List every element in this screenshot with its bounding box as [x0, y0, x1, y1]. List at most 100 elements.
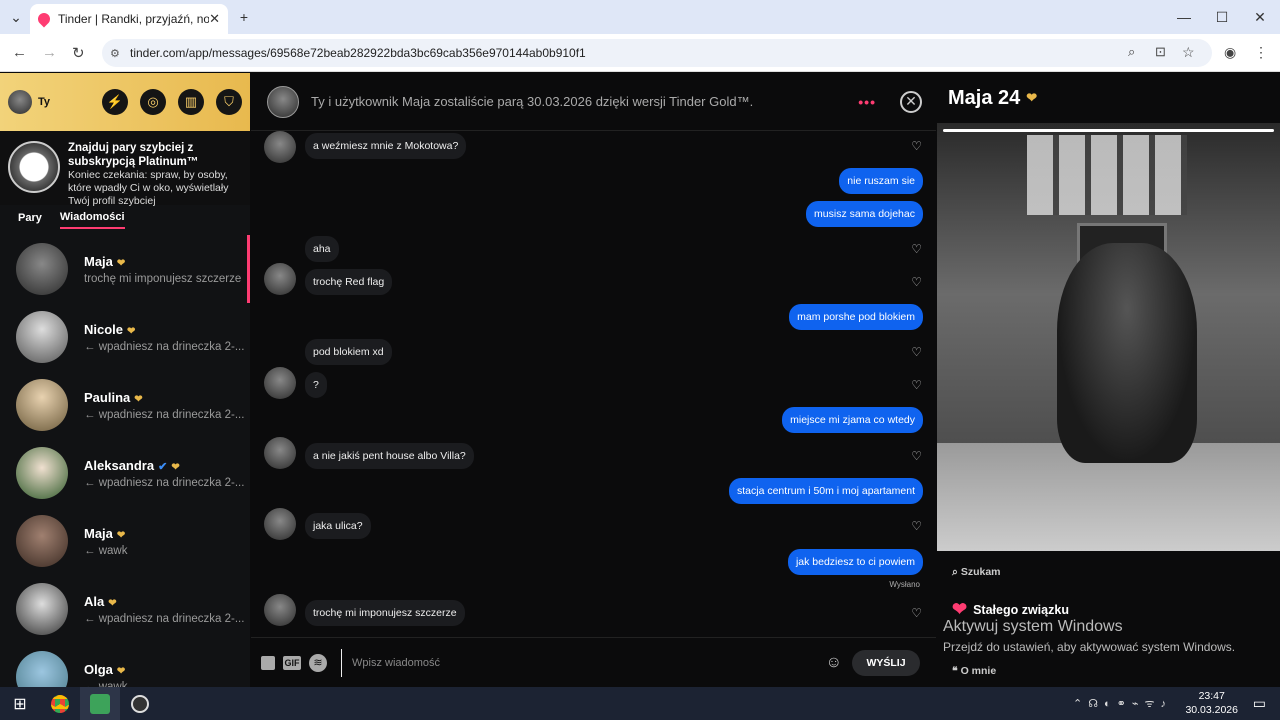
heart-goal-icon: ❤ [952, 599, 968, 619]
profile-header: Maja 24 ❤ [937, 73, 1280, 123]
maximize-icon[interactable]: ☐ [1210, 0, 1234, 34]
forward-icon[interactable]: → [42, 44, 57, 61]
profile-icon[interactable]: ◉ [1224, 44, 1236, 61]
message-bubble-out: mam porshe pod blokiem [789, 304, 923, 330]
match-name: Aleksandra [84, 457, 155, 473]
bookmark-star-icon[interactable]: ☆ [1182, 44, 1195, 61]
boost-icon[interactable]: ⚡ [102, 89, 128, 115]
match-name: Ala [84, 593, 105, 609]
reload-icon[interactable]: ↻ [72, 44, 85, 62]
like-heart-icon[interactable]: ♡ [911, 519, 922, 533]
message-bubble-in: trochę mi imponujesz szczerze [305, 600, 465, 626]
verified-badge-icon: ✔ [158, 460, 168, 473]
match-preview: ← wpadniesz na drineczka 2-... [84, 340, 244, 353]
like-heart-icon[interactable]: ♡ [911, 449, 922, 463]
like-heart-icon[interactable]: ♡ [911, 242, 922, 256]
match-name: Olga [84, 661, 113, 677]
new-tab-icon[interactable]: + [234, 0, 254, 34]
notification-icon[interactable]: ▭ [1253, 695, 1266, 712]
gold-badge-icon: ❤ [134, 393, 143, 405]
profile-name-age: Maja 24 [948, 86, 1021, 109]
message-input[interactable] [341, 648, 826, 677]
like-heart-icon[interactable]: ♡ [911, 275, 922, 289]
match-name: Maja [84, 525, 113, 541]
sidebar-tabs: Pary Wiadomości [0, 205, 250, 235]
match-preview: ← wpadniesz na drineczka 2-... [84, 612, 244, 625]
window-close-icon[interactable]: ✕ [1248, 0, 1272, 34]
user-avatar[interactable] [8, 90, 32, 114]
send-button[interactable]: WYŚLIJ [852, 649, 920, 676]
like-heart-icon[interactable]: ♡ [911, 139, 922, 153]
looking-value: Stałego związku [973, 602, 1069, 617]
match-item[interactable]: Paulina ❤ ← wpadniesz na drineczka 2-... [0, 371, 250, 439]
chat-avatar[interactable] [267, 85, 299, 118]
message-avatar [264, 594, 296, 626]
clock[interactable]: 23:47 30.03.2026 [1185, 689, 1238, 717]
spotify-icon[interactable]: ≋ [309, 653, 327, 672]
message-bubble-in: ? [305, 372, 327, 398]
message-avatar [264, 437, 296, 469]
safety-shield-icon[interactable]: ⛉ [216, 89, 242, 115]
obs-icon[interactable] [120, 687, 160, 720]
message-bubble-in: a nie jakiś pent house albo Villa? [305, 443, 474, 469]
emoji-icon[interactable]: ☺ [826, 654, 842, 672]
match-avatar [16, 447, 68, 499]
like-heart-icon[interactable]: ♡ [911, 378, 922, 392]
like-heart-icon[interactable]: ♡ [911, 606, 922, 620]
photo-person [1057, 243, 1197, 463]
like-heart-icon[interactable]: ♡ [911, 345, 922, 359]
match-info-text: Ty i użytkownik Maja zostaliście parą 30… [311, 94, 754, 109]
back-icon[interactable]: ← [12, 44, 27, 61]
gold-badge-icon: ❤ [116, 665, 126, 677]
tab-pary[interactable]: Pary [18, 212, 42, 228]
message-list: a weźmiesz mnie z Mokotowa? ♡ nie ruszam… [251, 131, 936, 637]
match-item[interactable]: Nicole ❤ ← wpadniesz na drineczka 2-... [0, 303, 250, 371]
tab-list-chevron-icon[interactable]: ⌄ [4, 0, 28, 34]
close-tab-icon[interactable]: ✕ [209, 11, 220, 27]
match-preview: trochę mi imponujesz szczerze [84, 272, 242, 285]
close-chat-icon[interactable]: ✕ [900, 90, 922, 113]
minimize-icon[interactable]: — [1172, 0, 1196, 34]
looking-label: Szukam [960, 566, 1001, 578]
promo-title: Znajduj pary szybciej z subskrypcją Plat… [68, 142, 199, 168]
profile-photo[interactable] [937, 123, 1280, 551]
zoom-icon[interactable]: ⌕ [1128, 44, 1135, 60]
tab-wiadomosci[interactable]: Wiadomości [59, 211, 125, 229]
match-name: Paulina [84, 389, 131, 405]
site-info-icon[interactable]: ⚙ [110, 47, 120, 60]
message-bubble-out: stacja centrum i 50m i moj apartament [729, 478, 923, 504]
gold-home-icon[interactable]: ▥ [178, 89, 204, 115]
system-tray-icons[interactable]: ⌃☊◐⚭⌁ᯤ♪ [1073, 696, 1172, 711]
menu-kebab-icon[interactable]: ⋮ [1254, 44, 1268, 61]
gold-badge-icon: ❤ [116, 257, 126, 269]
composer: GIF ≋ ☺ WYŚLIJ [251, 637, 936, 687]
message-bubble-out: nie ruszam sie [839, 168, 923, 194]
match-preview: ← wpadniesz na drineczka 2-... [84, 408, 244, 421]
contact-card-icon[interactable] [261, 655, 275, 670]
url-field[interactable]: ⚙ tinder.com/app/messages/69568e72beab28… [102, 39, 1212, 67]
message-bubble-out: jak bedziesz to ci powiem [787, 549, 923, 575]
taskbar: ⊞ ⌃☊◐⚭⌁ᯤ♪ 23:47 30.03.2026 ▭ [0, 687, 1280, 720]
chat-header: Ty i użytkownik Maja zostaliście parą 30… [251, 73, 936, 131]
gold-badge-icon: ❤ [108, 597, 117, 609]
search-icon: ⌕ [952, 566, 958, 578]
user-label[interactable]: Ty [38, 96, 90, 108]
match-item[interactable]: Maja ❤ trochę mi imponujesz szczerze [0, 235, 250, 303]
platinum-promo[interactable]: Znajduj pary szybciej z subskrypcją Plat… [0, 131, 250, 207]
promo-text: Koniec czekania: spraw, by osoby, które … [68, 169, 229, 207]
address-bar-row: ← → ↻ ⚙ tinder.com/app/messages/69568e72… [0, 34, 1280, 72]
gif-icon[interactable]: GIF [283, 655, 301, 670]
about-label: O mnie [960, 665, 997, 677]
match-list: Maja ❤ trochę mi imponujesz szczerze Nico… [0, 235, 250, 711]
windows-start-icon[interactable]: ⊞ [0, 687, 40, 720]
explore-icon[interactable]: ◎ [140, 89, 166, 115]
chrome-icon[interactable] [40, 687, 80, 720]
browser-tab[interactable]: Tinder | Randki, przyjaźń, nowe ✕ [30, 4, 228, 34]
match-item[interactable]: Ala ❤ ← wpadniesz na drineczka 2-... [0, 575, 250, 643]
match-item[interactable]: Maja ❤ ← wawk [0, 507, 250, 575]
match-avatar [16, 583, 68, 635]
more-options-icon[interactable]: ••• [858, 94, 876, 110]
app-icon[interactable] [80, 687, 120, 720]
match-item[interactable]: Aleksandra ✔ ❤ ← wpadniesz na drineczka 2-… [0, 439, 250, 507]
install-app-icon[interactable]: ⊡ [1155, 44, 1166, 60]
